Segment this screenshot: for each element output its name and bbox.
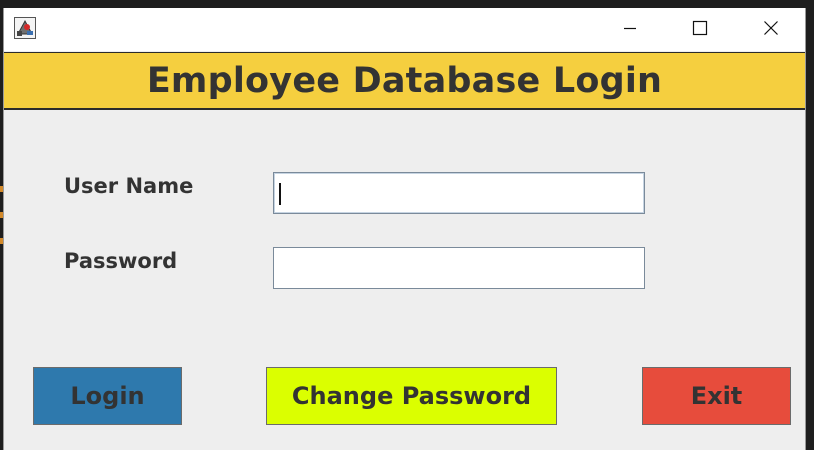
title-bar[interactable]: [4, 8, 805, 51]
header-banner: Employee Database Login: [4, 52, 805, 110]
close-icon: [763, 20, 779, 40]
maximize-icon: [692, 20, 708, 40]
java-app-icon: [14, 17, 36, 39]
minimize-button[interactable]: [607, 8, 653, 51]
change-password-button-label: Change Password: [291, 382, 532, 410]
username-label: User Name: [64, 174, 194, 198]
exit-button-label: Exit: [690, 382, 743, 410]
username-input[interactable]: [273, 172, 645, 214]
exit-button[interactable]: Exit: [642, 367, 791, 425]
login-button[interactable]: Login: [33, 367, 182, 425]
password-input[interactable]: [273, 247, 645, 289]
password-label: Password: [64, 249, 178, 273]
login-button-label: Login: [70, 382, 145, 410]
maximize-button[interactable]: [677, 8, 723, 51]
close-button[interactable]: [748, 8, 794, 51]
login-window: Employee Database Login User Name Passwo…: [3, 8, 806, 450]
text-caret: [279, 183, 281, 205]
minimize-icon: [623, 20, 637, 39]
page-title: Employee Database Login: [146, 60, 663, 101]
change-password-button[interactable]: Change Password: [266, 367, 557, 425]
